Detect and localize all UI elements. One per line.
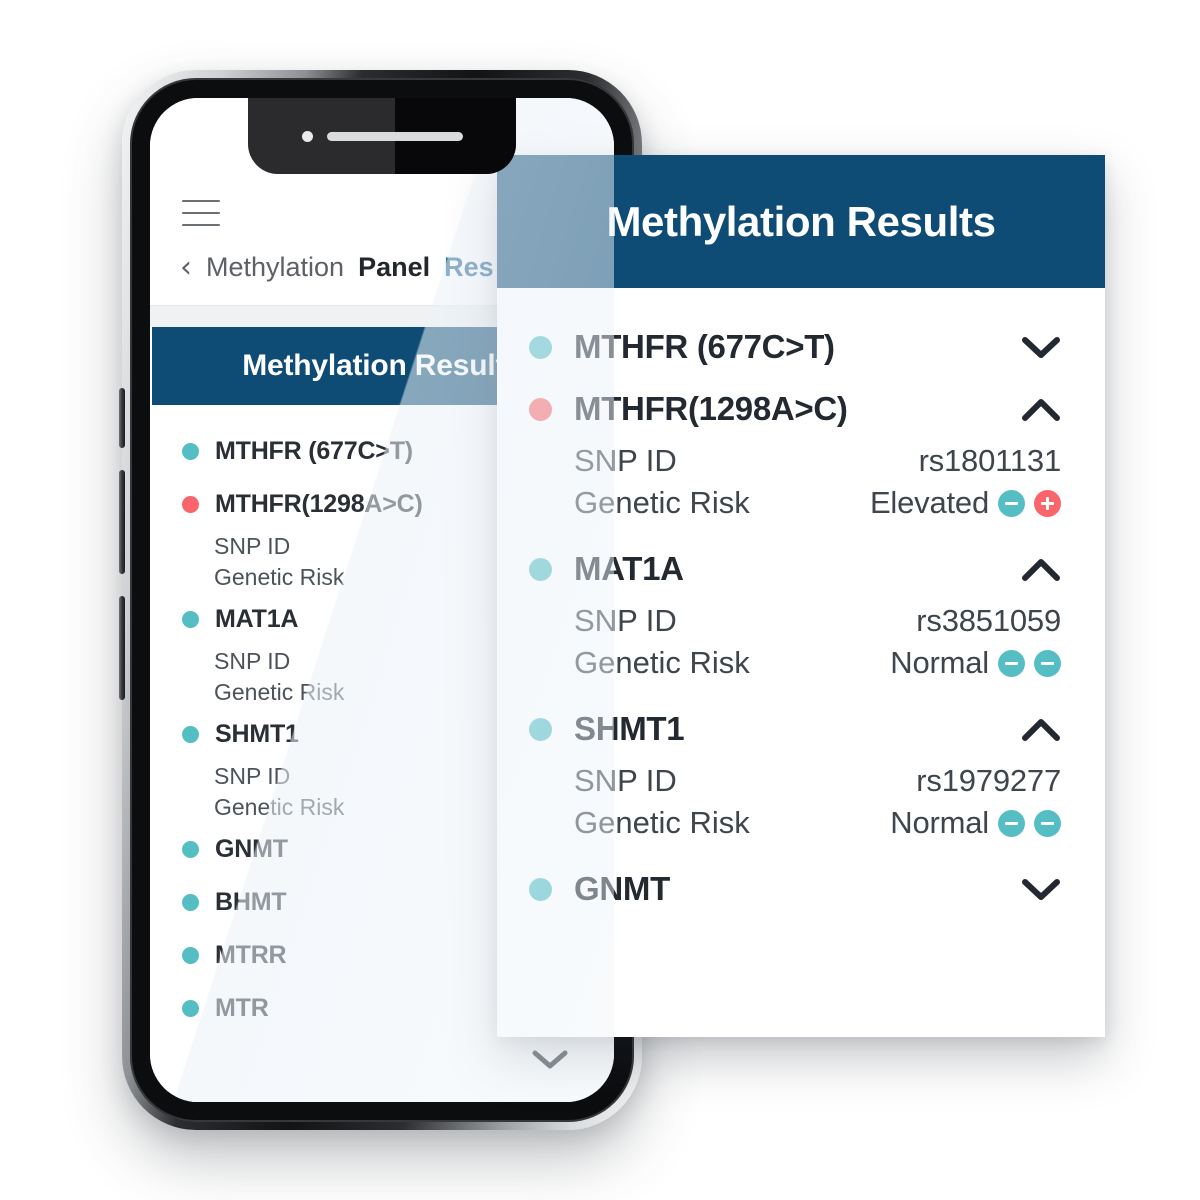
detail-label: Genetic Risk <box>574 485 750 520</box>
chevron-up-icon[interactable] <box>1021 397 1061 422</box>
status-dot-teal <box>529 335 552 359</box>
gene-detail-row: SNP ID rs3851059 <box>497 600 1105 642</box>
chevron-down-icon[interactable] <box>1021 335 1061 360</box>
phone-gene-name: MTR <box>215 994 269 1022</box>
minus-badge-icon <box>1034 649 1061 677</box>
phone-detail-label: Genetic Risk <box>214 679 345 705</box>
detail-value-group: Normal <box>890 805 1061 841</box>
camera-dot-icon <box>301 130 313 142</box>
status-dot-teal <box>529 877 552 901</box>
gene-name: SHMT1 <box>574 710 685 747</box>
card-title: Methylation Results <box>606 197 996 245</box>
minus-badge-icon <box>998 809 1025 837</box>
chevron-down-icon[interactable] <box>1021 877 1061 902</box>
detail-label: SNP ID <box>574 443 677 478</box>
detail-value: rs1979277 <box>916 763 1061 798</box>
detail-label: SNP ID <box>574 763 677 798</box>
breadcrumb-part-1[interactable]: Methylation <box>206 252 344 283</box>
status-dot-teal <box>182 894 199 911</box>
detail-value-group: rs1979277 <box>916 763 1061 799</box>
detail-value: rs1801131 <box>918 443 1062 478</box>
methylation-results-card: Methylation Results MTHFR (677C>T) MTHFR… <box>497 155 1105 1037</box>
phone-detail-label: SNP ID <box>214 648 291 674</box>
gene-row[interactable]: MTHFR (677C>T) <box>497 316 1105 378</box>
phone-detail-label: Genetic Risk <box>214 564 345 590</box>
gene-detail-row: Genetic Risk Normal <box>497 802 1105 844</box>
detail-label: SNP ID <box>574 603 677 638</box>
row-spacer <box>497 844 1105 858</box>
screenshot-stage: ‹ Methylation Panel Res Methylation Resu… <box>0 0 1200 1200</box>
plus-badge-icon <box>1034 489 1061 517</box>
gene-row[interactable]: SHMT1 <box>497 698 1105 760</box>
gene-name: GNMT <box>574 870 670 907</box>
status-dot-teal <box>529 717 552 741</box>
row-spacer <box>497 684 1105 698</box>
chevron-left-icon[interactable]: ‹ <box>180 252 192 283</box>
gene-name: MAT1A <box>574 550 684 587</box>
phone-gene-name: BHMT <box>215 888 287 916</box>
detail-label: Genetic Risk <box>574 645 750 680</box>
minus-badge-icon <box>998 489 1025 517</box>
status-dot-teal <box>182 947 199 964</box>
phone-volume-up-button[interactable] <box>119 470 125 574</box>
phone-detail-label: SNP ID <box>214 533 291 559</box>
status-dot-teal <box>182 611 199 628</box>
chevron-up-icon[interactable] <box>1021 557 1061 582</box>
gene-detail-row: Genetic Risk Elevated <box>497 482 1105 524</box>
detail-value: Normal <box>890 805 989 840</box>
gene-row[interactable]: GNMT <box>497 858 1105 920</box>
phone-notch <box>248 98 516 174</box>
status-dot-teal <box>182 1000 199 1017</box>
phone-gene-name: MTHFR (677C>T) <box>215 437 413 465</box>
minus-badge-icon <box>1034 809 1061 837</box>
detail-value: rs3851059 <box>916 603 1061 638</box>
chevron-up-icon[interactable] <box>1021 717 1061 742</box>
phone-detail-label: Genetic Risk <box>214 794 345 820</box>
status-dot-teal <box>182 726 199 743</box>
status-dot-teal <box>182 841 199 858</box>
gene-detail-row: Genetic Risk Normal <box>497 642 1105 684</box>
minus-badge-icon <box>998 649 1025 677</box>
breadcrumb-part-2[interactable]: Panel <box>358 252 430 283</box>
detail-value: Elevated <box>869 485 989 520</box>
gene-row[interactable]: MTHFR(1298A>C) <box>497 378 1105 440</box>
detail-value: Normal <box>890 645 989 680</box>
detail-value-group: rs3851059 <box>916 603 1061 639</box>
breadcrumb-part-3[interactable]: Res <box>444 252 494 283</box>
chevron-down-icon[interactable] <box>532 1049 568 1076</box>
phone-volume-down-button[interactable] <box>119 596 125 700</box>
card-header: Methylation Results <box>497 155 1105 288</box>
detail-value-group: rs1801131 <box>918 443 1062 479</box>
gene-name: MTHFR(1298A>C) <box>574 390 848 427</box>
phone-gene-name: MAT1A <box>215 605 299 633</box>
phone-mute-switch[interactable] <box>119 388 125 448</box>
hamburger-menu-icon[interactable] <box>182 200 220 226</box>
gene-detail-row: SNP ID rs1801131 <box>497 440 1105 482</box>
gene-detail-row: SNP ID rs1979277 <box>497 760 1105 802</box>
card-gene-list: MTHFR (677C>T) MTHFR(1298A>C) SNP ID rs18… <box>497 288 1105 944</box>
detail-value-group: Normal <box>890 645 1061 681</box>
row-spacer <box>497 524 1105 538</box>
phone-gene-name: MTRR <box>215 941 287 969</box>
phone-gene-name: SHMT1 <box>215 720 299 748</box>
phone-gene-name: MTHFR(1298A>C) <box>215 490 423 518</box>
detail-value-group: Elevated <box>870 485 1061 521</box>
phone-gene-name: GNMT <box>215 835 288 863</box>
speaker-grille-icon <box>326 131 463 141</box>
phone-detail-label: SNP ID <box>214 763 291 789</box>
gene-name: MTHFR (677C>T) <box>574 328 835 365</box>
status-dot-teal <box>182 443 199 460</box>
status-dot-red <box>182 496 199 513</box>
status-dot-teal <box>529 557 552 581</box>
detail-label: Genetic Risk <box>574 805 750 840</box>
gene-row[interactable]: MAT1A <box>497 538 1105 600</box>
status-dot-red <box>529 397 552 421</box>
